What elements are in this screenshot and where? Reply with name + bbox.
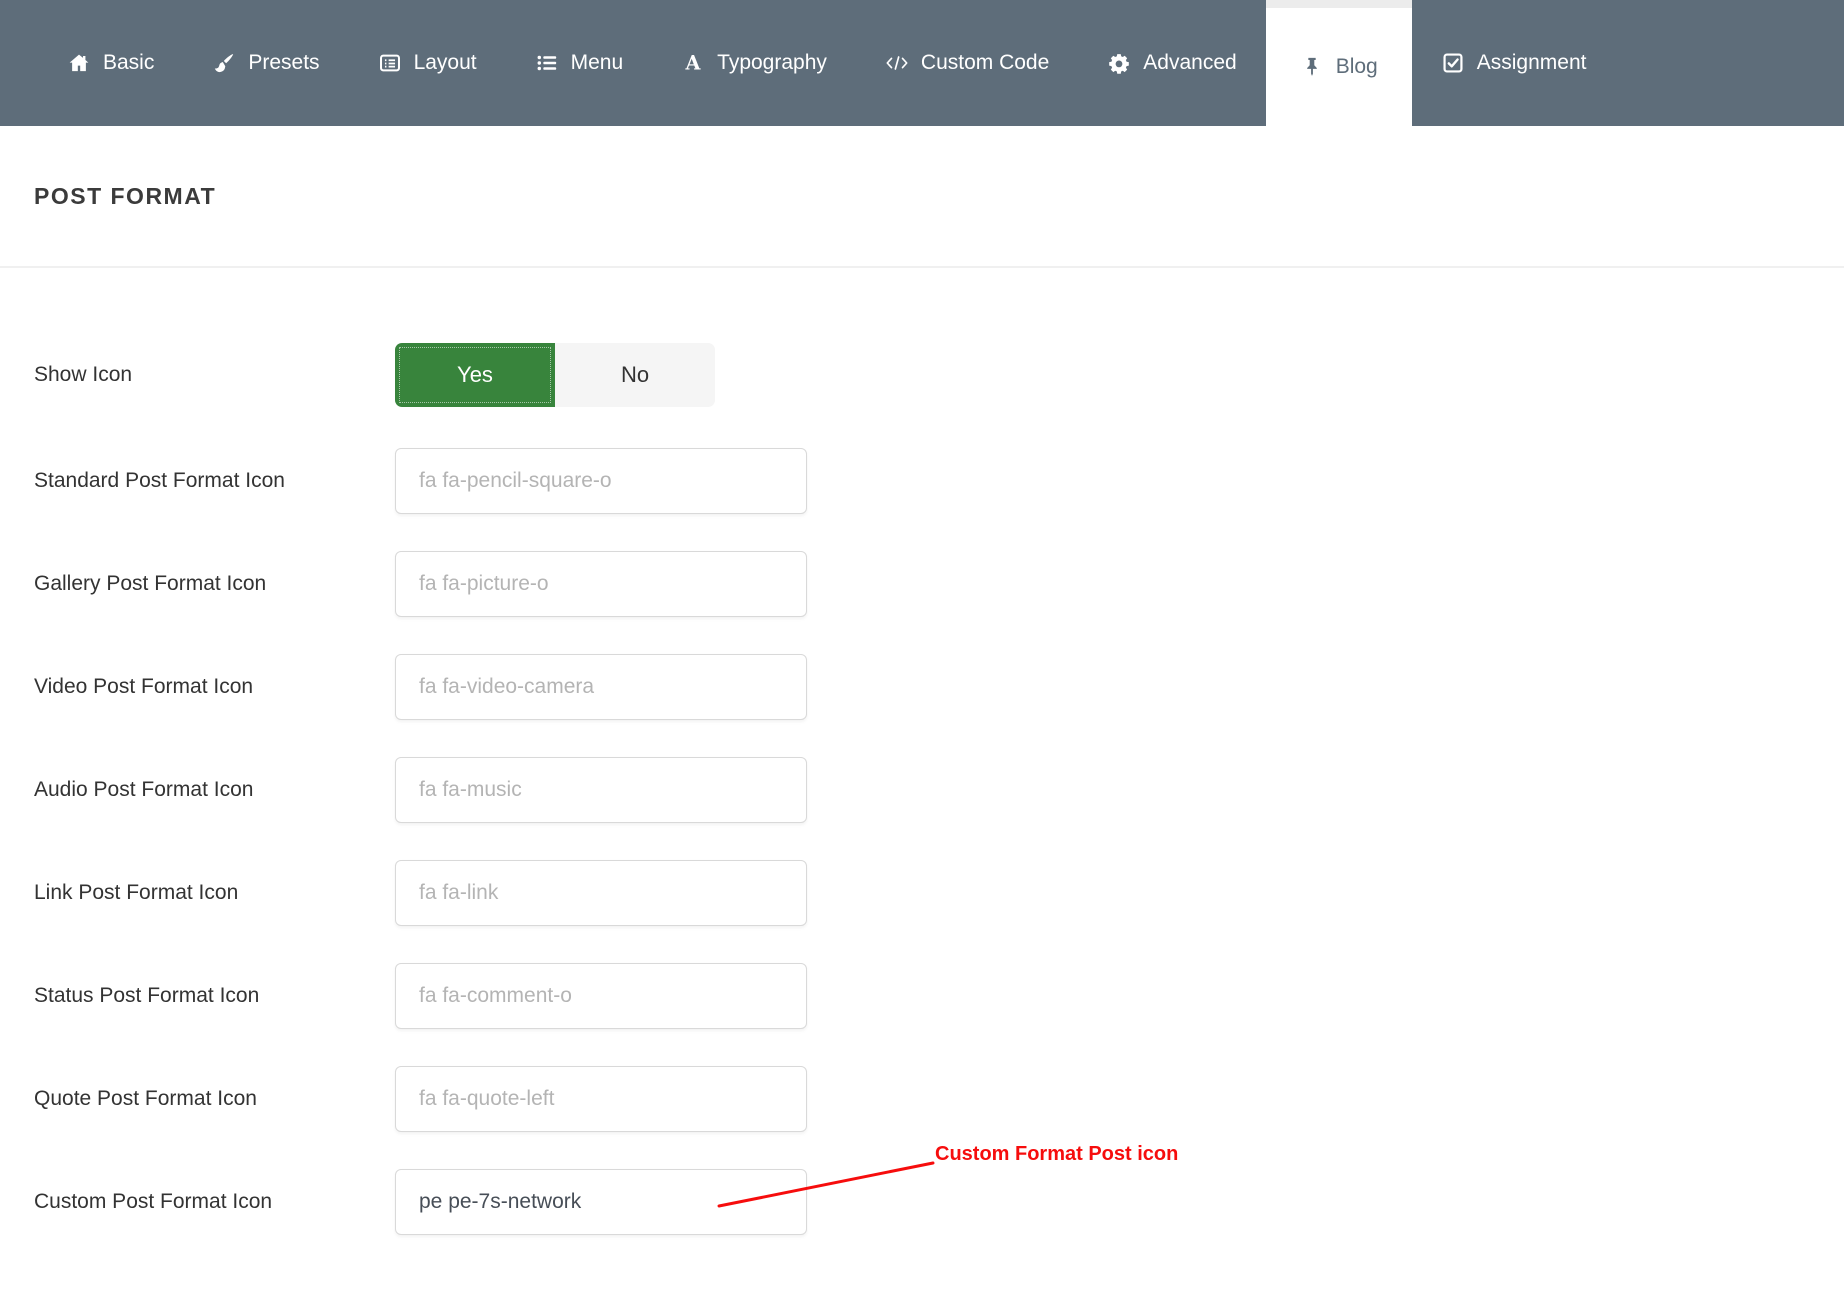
- tab-layout[interactable]: Layout: [349, 0, 506, 126]
- tab-custom-code[interactable]: Custom Code: [856, 0, 1078, 126]
- tab-label: Blog: [1336, 55, 1378, 79]
- check-square-icon: [1441, 51, 1465, 75]
- page-title: POST FORMAT: [34, 183, 216, 210]
- standard-post-format-icon-input[interactable]: [395, 448, 807, 514]
- tab-label: Custom Code: [921, 51, 1049, 75]
- link-post-format-icon-input[interactable]: [395, 860, 807, 926]
- tab-presets[interactable]: Presets: [183, 0, 348, 126]
- field-label: Audio Post Format Icon: [34, 778, 395, 802]
- field-label: Video Post Format Icon: [34, 675, 395, 699]
- field-label: Quote Post Format Icon: [34, 1087, 395, 1111]
- video-post-format-icon-input[interactable]: [395, 654, 807, 720]
- show-icon-label: Show Icon: [34, 363, 395, 387]
- code-icon: [885, 51, 909, 75]
- show-icon-toggle: Yes No: [395, 343, 715, 407]
- gear-icon: [1107, 51, 1131, 75]
- tab-label: Basic: [103, 51, 154, 75]
- show-icon-yes-button[interactable]: Yes: [395, 343, 555, 407]
- tab-label: Presets: [248, 51, 319, 75]
- gallery-post-format-row: Gallery Post Format Icon: [34, 551, 1844, 617]
- audio-post-format-icon-input[interactable]: [395, 757, 807, 823]
- quote-post-format-row: Quote Post Format Icon: [34, 1066, 1844, 1132]
- gallery-post-format-icon-input[interactable]: [395, 551, 807, 617]
- annotation-label: Custom Format Post icon: [935, 1143, 1178, 1166]
- tab-assignment[interactable]: Assignment: [1412, 0, 1616, 126]
- link-post-format-row: Link Post Format Icon: [34, 860, 1844, 926]
- standard-post-format-row: Standard Post Format Icon: [34, 448, 1844, 514]
- show-icon-no-button[interactable]: No: [555, 343, 715, 407]
- audio-post-format-row: Audio Post Format Icon: [34, 757, 1844, 823]
- field-label: Status Post Format Icon: [34, 984, 395, 1008]
- svg-text:A: A: [685, 52, 702, 74]
- field-label: Link Post Format Icon: [34, 881, 395, 905]
- tab-advanced[interactable]: Advanced: [1078, 0, 1265, 126]
- settings-page: Basic Presets Layout Menu A Typography: [0, 0, 1844, 1295]
- typography-icon: A: [681, 51, 705, 75]
- field-label: Gallery Post Format Icon: [34, 572, 395, 596]
- home-icon: [67, 51, 91, 75]
- tab-menu[interactable]: Menu: [506, 0, 653, 126]
- tab-label: Assignment: [1477, 51, 1587, 75]
- status-post-format-row: Status Post Format Icon: [34, 963, 1844, 1029]
- video-post-format-row: Video Post Format Icon: [34, 654, 1844, 720]
- post-format-form: Show Icon Yes No Standard Post Format Ic…: [0, 268, 1844, 1235]
- status-post-format-icon-input[interactable]: [395, 963, 807, 1029]
- menu-list-icon: [535, 51, 559, 75]
- tab-label: Advanced: [1143, 51, 1236, 75]
- custom-post-format-row: Custom Post Format Icon: [34, 1169, 1844, 1235]
- show-icon-row: Show Icon Yes No: [34, 343, 1844, 407]
- settings-tab-bar: Basic Presets Layout Menu A Typography: [0, 0, 1844, 126]
- custom-post-format-icon-input[interactable]: [395, 1169, 807, 1235]
- tab-label: Typography: [717, 51, 827, 75]
- section-header: POST FORMAT: [0, 126, 1844, 268]
- tab-blog[interactable]: Blog: [1266, 0, 1412, 126]
- tab-label: Layout: [414, 51, 477, 75]
- tab-typography[interactable]: A Typography: [652, 0, 856, 126]
- paintbrush-icon: [212, 51, 236, 75]
- tab-label: Menu: [571, 51, 624, 75]
- field-label: Standard Post Format Icon: [34, 469, 395, 493]
- pushpin-icon: [1300, 55, 1324, 79]
- field-label: Custom Post Format Icon: [34, 1190, 395, 1214]
- tab-basic[interactable]: Basic: [38, 0, 183, 126]
- layout-icon: [378, 51, 402, 75]
- quote-post-format-icon-input[interactable]: [395, 1066, 807, 1132]
